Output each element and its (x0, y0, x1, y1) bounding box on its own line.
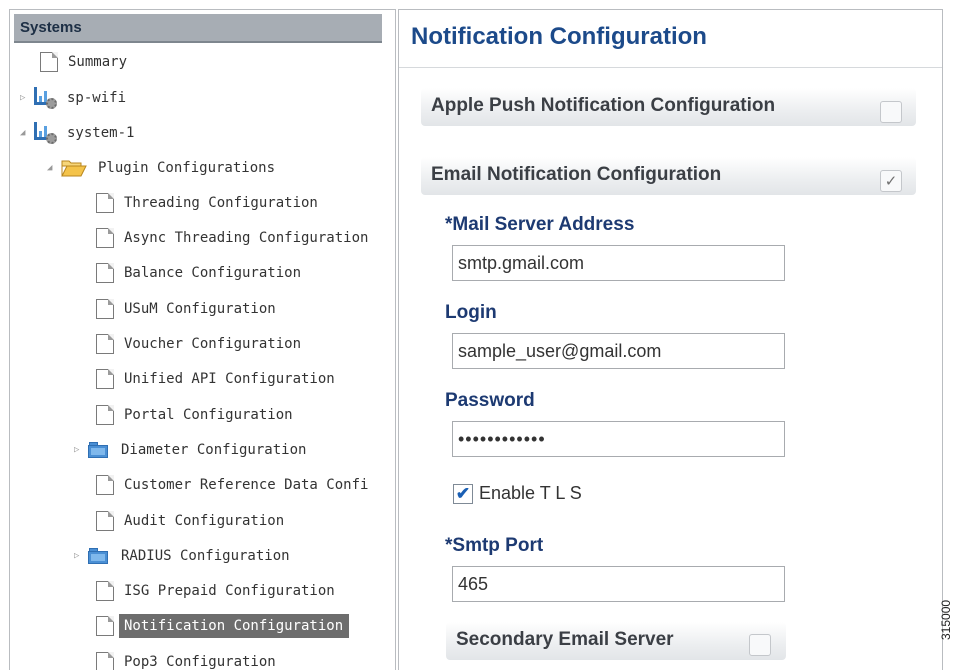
collapse-arrow-icon[interactable]: ◢ (47, 163, 61, 173)
tree-item-voucher[interactable]: Voucher Configuration (96, 329, 307, 359)
tree-item-radius[interactable]: ▷ RADIUS Configuration (74, 541, 296, 571)
notification-config-panel: Notification Configuration Apple Push No… (398, 9, 943, 670)
tree-item-audit[interactable]: Audit Configuration (96, 506, 290, 536)
login-label: Login (445, 302, 497, 323)
tree-item-system-1[interactable]: ◢ system-1 (20, 118, 140, 148)
tree-item-label: Portal Configuration (124, 407, 293, 423)
tree-item-balance[interactable]: Balance Configuration (96, 258, 307, 288)
document-icon (96, 263, 114, 283)
tree-item-summary[interactable]: Summary (40, 47, 133, 77)
tree-item-label: Balance Configuration (124, 265, 302, 281)
tree-item-label: Async Threading Configuration (124, 230, 369, 246)
expand-arrow-icon[interactable]: ▷ (74, 551, 88, 561)
enable-tls-row[interactable]: ✔ Enable T L S (453, 483, 582, 504)
tree-item-label: RADIUS Configuration (121, 548, 290, 564)
tree-item-label: Voucher Configuration (124, 336, 302, 352)
tree-item-label: Diameter Configuration (121, 442, 307, 458)
enable-tls-label: Enable T L S (479, 483, 582, 503)
email-checkbox[interactable]: ✓ (880, 170, 902, 192)
document-icon (96, 511, 114, 531)
document-icon (96, 334, 114, 354)
tree-item-label: sp-wifi (67, 90, 127, 106)
tree-item-customer-reference-data[interactable]: Customer Reference Data Confi (96, 470, 374, 500)
apple-push-section-header: Apple Push Notification Configuration (421, 88, 916, 126)
document-icon (40, 52, 58, 72)
document-icon (96, 652, 114, 670)
tree-item-unified-api[interactable]: Unified API Configuration (96, 364, 341, 394)
tree-item-notification[interactable]: Notification Configuration (96, 611, 350, 641)
tree-item-label: Pop3 Configuration (124, 654, 276, 670)
email-section-label: Email Notification Configuration (431, 164, 722, 185)
tree-item-label: Threading Configuration (124, 195, 318, 211)
password-input[interactable] (452, 421, 785, 457)
document-icon (96, 475, 114, 495)
document-icon (96, 369, 114, 389)
system-icon (34, 87, 58, 109)
tree-item-label: Plugin Configurations (98, 160, 276, 176)
page-title: Notification Configuration (399, 10, 942, 68)
login-input[interactable] (452, 333, 785, 369)
document-icon (96, 405, 114, 425)
secondary-email-section-label: Secondary Email Server (456, 629, 674, 650)
tree-item-label: system-1 (67, 125, 135, 141)
tree-item-portal[interactable]: Portal Configuration (96, 400, 299, 430)
tree-item-label: ISG Prepaid Configuration (124, 583, 335, 599)
document-icon (96, 228, 114, 248)
systems-tree-panel: Systems Summary ▷ sp-wifi ◢ system-1 ◢ P… (9, 9, 396, 670)
mail-server-input[interactable] (452, 245, 785, 281)
secondary-email-section-header: Secondary Email Server (446, 622, 786, 660)
smtp-port-label: *Smtp Port (445, 535, 544, 556)
smtp-port-input[interactable] (452, 566, 785, 602)
document-icon (96, 299, 114, 319)
tree-item-label: Unified API Configuration (124, 371, 335, 387)
expand-arrow-icon[interactable]: ▷ (20, 93, 34, 103)
tree-item-label: Audit Configuration (124, 513, 285, 529)
mail-server-label: *Mail Server Address (445, 214, 635, 235)
tree-item-isg-prepaid[interactable]: ISG Prepaid Configuration (96, 576, 341, 606)
document-icon (96, 616, 114, 636)
systems-header: Systems (14, 14, 382, 43)
email-section-header: Email Notification Configuration (421, 157, 916, 195)
tree-item-sp-wifi[interactable]: ▷ sp-wifi (20, 83, 132, 113)
document-icon (96, 193, 114, 213)
password-label: Password (445, 390, 535, 411)
tree-item-diameter[interactable]: ▷ Diameter Configuration (74, 435, 312, 465)
folder-icon (88, 442, 108, 458)
apple-push-section-label: Apple Push Notification Configuration (431, 95, 776, 116)
document-icon (96, 581, 114, 601)
secondary-email-checkbox[interactable] (749, 634, 771, 656)
tree-item-label: USuM Configuration (124, 301, 276, 317)
tree-item-async-threading[interactable]: Async Threading Configuration (96, 223, 374, 253)
tree-item-pop3[interactable]: Pop3 Configuration (96, 647, 282, 670)
tree-item-label: Customer Reference Data Confi (124, 477, 369, 493)
enable-tls-checkbox[interactable]: ✔ (453, 483, 473, 504)
folder-icon (88, 548, 108, 564)
expand-arrow-icon[interactable]: ▷ (74, 445, 88, 455)
tree-item-label: Notification Configuration (119, 614, 350, 638)
tree-item-plugin-configurations[interactable]: ◢ Plugin Configurations (47, 153, 281, 183)
tree-item-usum[interactable]: USuM Configuration (96, 294, 282, 324)
tree-item-label: Summary (68, 54, 128, 70)
system-icon (34, 122, 58, 144)
figure-id: 315000 (939, 599, 953, 640)
apple-push-checkbox[interactable] (880, 101, 902, 123)
folder-open-icon (61, 160, 87, 177)
tree-item-threading[interactable]: Threading Configuration (96, 188, 324, 218)
collapse-arrow-icon[interactable]: ◢ (20, 128, 34, 138)
